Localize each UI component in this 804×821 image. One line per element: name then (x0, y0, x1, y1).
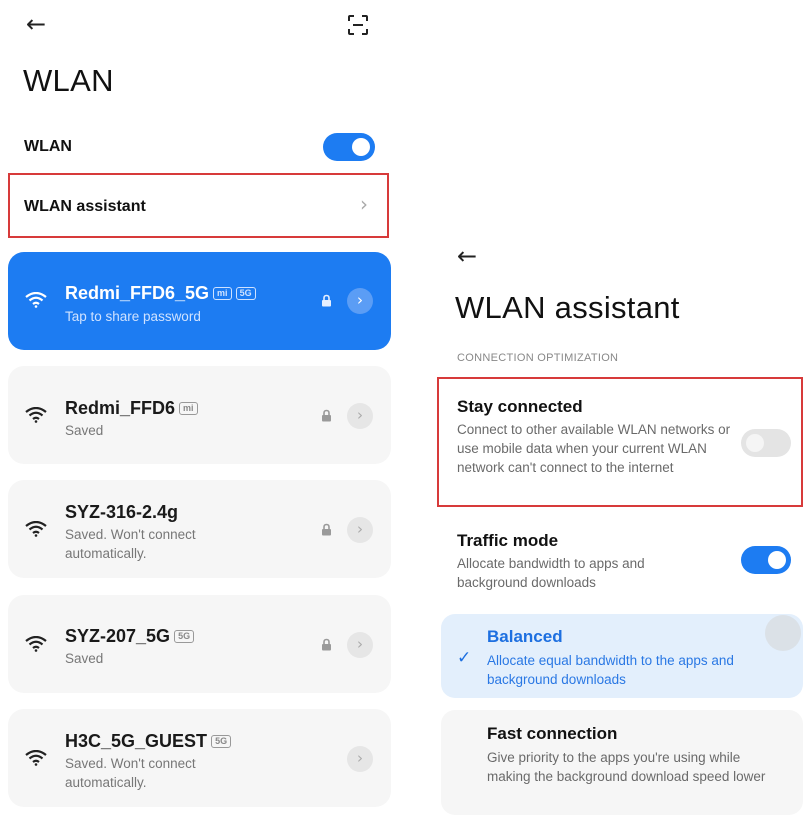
network-details-button[interactable]: › (347, 403, 373, 429)
5g-badge: 5G (235, 287, 256, 300)
toggle-knob (746, 434, 764, 452)
network-item[interactable]: SYZ-316-2.4g Saved. Won't connect automa… (8, 480, 391, 578)
traffic-mode-title: Traffic mode (457, 531, 559, 550)
network-name: SYZ-207_5G 5G (65, 626, 195, 647)
5g-badge: 5G (174, 630, 195, 643)
network-item[interactable]: Redmi_FFD6 mi Saved › (8, 366, 391, 464)
scan-qr-icon (348, 15, 368, 35)
mi-badge: mi (179, 402, 198, 415)
network-status: Saved (65, 651, 104, 666)
network-name: Redmi_FFD6_5G mi 5G (65, 283, 256, 304)
network-name: Redmi_FFD6 mi (65, 398, 198, 419)
stay-connected-row[interactable]: Stay connected Connect to other availabl… (441, 381, 799, 503)
network-name-text: Redmi_FFD6_5G (65, 283, 210, 303)
mode-option-fast-connection[interactable]: Fast connection Give priority to the app… (441, 710, 803, 815)
network-details-button[interactable]: › (347, 288, 373, 314)
network-name-text: SYZ-207_5G (65, 626, 171, 646)
section-header: CONNECTION OPTIMIZATION (457, 352, 619, 364)
network-item[interactable]: H3C_5G_GUEST 5G Saved. Won't connect auto… (8, 709, 391, 807)
network-name-text: Redmi_FFD6 (65, 398, 176, 418)
traffic-mode-description: Allocate bandwidth to apps and backgroun… (457, 556, 645, 590)
network-status: Saved (65, 423, 104, 438)
mode-description: Give priority to the apps you're using w… (487, 750, 766, 784)
chevron-right-icon: › (360, 192, 368, 216)
5g-badge: 5G (211, 735, 232, 748)
page-title: WLAN (23, 63, 114, 98)
toggle-knob (352, 138, 370, 156)
lock-icon (322, 523, 331, 536)
ghost-circle (765, 615, 801, 651)
toggle-knob (768, 551, 786, 569)
back-button[interactable]: ← (26, 12, 46, 36)
network-details-button[interactable]: › (347, 746, 373, 772)
chevron-right-icon: › (357, 291, 363, 309)
wlan-toggle[interactable] (323, 133, 375, 161)
lock-icon (322, 409, 331, 422)
network-status: Saved. Won't connect automatically. (65, 527, 196, 561)
mode-title: Balanced (487, 627, 563, 646)
mi-badge: mi (213, 287, 232, 300)
network-item[interactable]: SYZ-207_5G 5G Saved › (8, 595, 391, 693)
network-item[interactable]: Redmi_FFD6_5G mi 5G Tap to share password … (8, 252, 391, 350)
chevron-right-icon: › (357, 406, 363, 424)
network-name-text: SYZ-316-2.4g (65, 502, 179, 522)
wifi-icon (25, 521, 47, 537)
mode-option-balanced[interactable]: ✓ Balanced Allocate equal bandwidth to t… (441, 614, 803, 698)
back-arrow-icon: ← (457, 242, 478, 270)
mode-title: Fast connection (487, 724, 618, 743)
check-icon: ✓ (457, 648, 472, 668)
stay-connected-title: Stay connected (457, 397, 583, 416)
network-name: SYZ-316-2.4g (65, 502, 178, 523)
stay-connected-toggle[interactable] (741, 429, 791, 457)
chevron-right-icon: › (357, 635, 363, 653)
network-status: Tap to share password (65, 309, 201, 324)
back-button[interactable]: ← (457, 244, 477, 268)
wlan-assistant-label: WLAN assistant (24, 198, 146, 215)
chevron-right-icon: › (357, 520, 363, 538)
wlan-assistant-row[interactable]: WLAN assistant › (12, 177, 385, 234)
chevron-right-icon: › (357, 749, 363, 767)
page-title: WLAN assistant (455, 290, 680, 325)
wifi-icon (25, 292, 47, 308)
traffic-mode-row[interactable]: Traffic mode Allocate bandwidth to apps … (441, 524, 799, 596)
stay-connected-description: Connect to other available WLAN networks… (457, 422, 731, 475)
lock-icon (322, 638, 331, 651)
wifi-icon (25, 407, 47, 423)
network-status: Saved. Won't connect automatically. (65, 756, 196, 790)
wlan-label: WLAN (24, 138, 72, 155)
traffic-mode-toggle[interactable] (741, 546, 791, 574)
network-name-text: H3C_5G_GUEST (65, 731, 208, 751)
network-details-button[interactable]: › (347, 517, 373, 543)
wifi-icon (25, 750, 47, 766)
network-name: H3C_5G_GUEST 5G (65, 731, 232, 752)
mode-description: Allocate equal bandwidth to the apps and… (487, 653, 734, 687)
back-arrow-icon: ← (26, 10, 47, 38)
scan-qr-button[interactable] (347, 14, 369, 36)
network-details-button[interactable]: › (347, 632, 373, 658)
wifi-icon (25, 636, 47, 652)
lock-icon (322, 294, 331, 307)
